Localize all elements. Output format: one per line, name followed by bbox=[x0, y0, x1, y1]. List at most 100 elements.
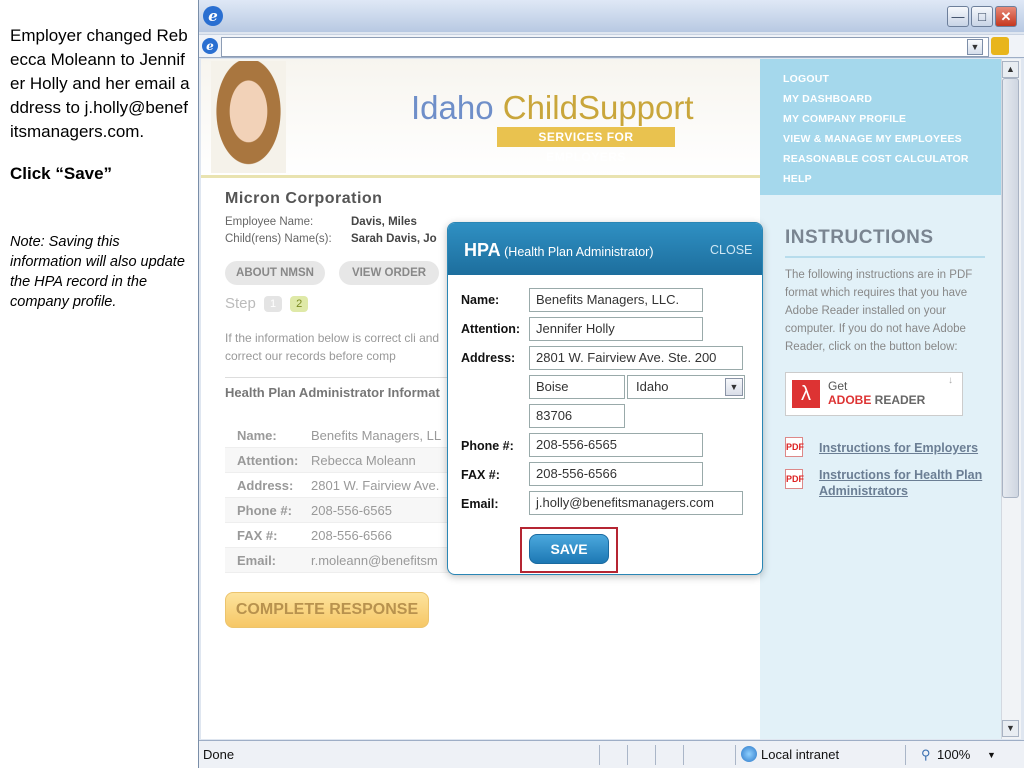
site-logo: Idaho ChildSupport bbox=[411, 89, 694, 127]
step-label: Step bbox=[225, 295, 256, 312]
nav-cost-calculator[interactable]: REASONABLE COST CALCULATOR bbox=[783, 149, 969, 169]
instruction-click: Click “Save” bbox=[10, 164, 113, 183]
name-input[interactable]: Benefits Managers, LLC. bbox=[529, 288, 703, 312]
nav-logout[interactable]: LOGOUT bbox=[783, 69, 969, 89]
modal-title-abbr: HPA bbox=[464, 240, 501, 260]
status-divider bbox=[735, 745, 736, 765]
phone-input[interactable]: 208-556-6565 bbox=[529, 433, 703, 457]
adobe-brand: ADOBE bbox=[828, 393, 872, 407]
link-instructions-hpa[interactable]: Instructions for Health Plan Administrat… bbox=[819, 467, 994, 499]
zoom-level[interactable]: 100% bbox=[937, 747, 970, 762]
nav-my-dashboard[interactable]: MY DASHBOARD bbox=[783, 89, 969, 109]
row-label: Email: bbox=[237, 553, 277, 568]
status-divider bbox=[627, 745, 628, 765]
instructions-title: INSTRUCTIONS bbox=[785, 227, 934, 248]
get-adobe-reader-button[interactable]: λ Get ADOBE READER ↓ bbox=[785, 372, 963, 416]
row-label: Address: bbox=[237, 478, 294, 493]
tutorial-instructions: Employer changed Rebecca Moleann to Jenn… bbox=[10, 24, 190, 312]
row-label: Name: bbox=[237, 428, 277, 443]
pdf-icon: PDF bbox=[785, 469, 804, 489]
modal-header: HPA (Health Plan Administrator) CLOSE bbox=[448, 223, 762, 275]
zoom-dropdown-icon[interactable]: ▼ bbox=[987, 750, 996, 760]
close-window-button[interactable]: ✕ bbox=[995, 6, 1017, 27]
email-label: Email: bbox=[461, 497, 499, 511]
url-input[interactable] bbox=[221, 37, 989, 57]
address-input[interactable]: 2801 W. Fairview Ave. Ste. 200 bbox=[529, 346, 743, 370]
site-banner: Idaho ChildSupport SERVICES FOR EMPLOYER… bbox=[201, 59, 761, 177]
row-value: r.moleann@benefitsm bbox=[311, 553, 438, 568]
state-value: Idaho bbox=[636, 379, 669, 394]
attention-input[interactable]: Jennifer Holly bbox=[529, 317, 703, 341]
scroll-up-icon[interactable]: ▲ bbox=[1002, 61, 1019, 78]
modal-title-full: (Health Plan Administrator) bbox=[500, 245, 654, 259]
instruction-text: Employer changed Rebecca Moleann to Jenn… bbox=[10, 26, 190, 141]
step-indicator: Step 1 2 bbox=[225, 295, 309, 313]
step-1-badge: 1 bbox=[264, 296, 283, 313]
status-bar: Done Local intranet ⚲ 100% ▼ bbox=[199, 740, 1024, 768]
fax-label: FAX #: bbox=[461, 468, 500, 482]
state-select[interactable]: Idaho ▼ bbox=[627, 375, 745, 399]
children-label: Child(rens) Name(s): bbox=[225, 233, 332, 245]
modal-title: HPA (Health Plan Administrator) bbox=[464, 240, 654, 261]
globe-icon bbox=[741, 746, 757, 762]
zone-text: Local intranet bbox=[761, 747, 840, 762]
about-nmsn-button[interactable]: ABOUT NMSN bbox=[225, 261, 325, 285]
banner-photo bbox=[211, 61, 286, 173]
modal-close-button[interactable]: CLOSE bbox=[710, 243, 752, 257]
row-label: Attention: bbox=[237, 453, 299, 468]
instructions-text: The following instructions are in PDF fo… bbox=[785, 269, 973, 353]
download-arrow-icon: ↓ bbox=[948, 375, 953, 386]
page-viewport: Idaho ChildSupport SERVICES FOR EMPLOYER… bbox=[201, 59, 1001, 739]
maximize-button[interactable]: □ bbox=[971, 6, 993, 27]
lock-icon[interactable] bbox=[991, 37, 1009, 55]
adobe-reader-label: READER bbox=[871, 393, 926, 407]
view-order-button[interactable]: VIEW ORDER bbox=[339, 261, 439, 285]
city-input[interactable]: Boise bbox=[529, 375, 625, 399]
status-divider bbox=[599, 745, 600, 765]
adobe-reader-text: ADOBE READER bbox=[828, 393, 925, 407]
row-value: 208-556-6565 bbox=[311, 503, 392, 518]
hpa-info-heading: Health Plan Administrator Informat bbox=[225, 385, 440, 400]
pdf-icon: PDF bbox=[785, 437, 804, 457]
scroll-down-icon[interactable]: ▼ bbox=[1002, 720, 1019, 737]
instruction-note: Note: Saving this information will also … bbox=[10, 234, 185, 310]
company-name: Micron Corporation bbox=[225, 190, 383, 207]
chevron-down-icon: ▼ bbox=[725, 378, 743, 396]
adobe-icon: λ bbox=[792, 380, 820, 408]
title-bar: e — □ ✕ bbox=[199, 0, 1024, 32]
row-value: 2801 W. Fairview Ave. bbox=[311, 478, 440, 493]
zip-input[interactable]: 83706 bbox=[529, 404, 625, 428]
banner-divider bbox=[201, 175, 761, 178]
name-label: Name: bbox=[461, 293, 500, 307]
save-button[interactable]: SAVE bbox=[529, 534, 609, 564]
hpa-modal: HPA (Health Plan Administrator) CLOSE Na… bbox=[447, 222, 763, 575]
address-label: Address: bbox=[461, 351, 516, 365]
row-value: 208-556-6566 bbox=[311, 528, 392, 543]
address-bar: e ▼ bbox=[199, 34, 1024, 58]
nav-manage-employees[interactable]: VIEW & MANAGE MY EMPLOYEES bbox=[783, 129, 969, 149]
employee-value: Davis, Miles bbox=[351, 216, 417, 228]
nav-my-company-profile[interactable]: MY COMPANY PROFILE bbox=[783, 109, 969, 129]
status-text: Done bbox=[203, 747, 235, 762]
adobe-get-text: Get bbox=[828, 379, 848, 393]
minimize-button[interactable]: — bbox=[947, 6, 969, 27]
main-nav: LOGOUT MY DASHBOARD MY COMPANY PROFILE V… bbox=[783, 69, 969, 189]
row-value: Benefits Managers, LL bbox=[311, 428, 442, 443]
row-label: FAX #: bbox=[237, 528, 278, 543]
nav-help[interactable]: HELP bbox=[783, 169, 969, 189]
link-instructions-employers[interactable]: Instructions for Employers bbox=[819, 440, 994, 456]
attention-label: Attention: bbox=[461, 322, 521, 336]
email-input[interactable]: j.holly@benefitsmanagers.com bbox=[529, 491, 743, 515]
status-divider bbox=[905, 745, 906, 765]
fax-input[interactable]: 208-556-6566 bbox=[529, 462, 703, 486]
browser-window: e — □ ✕ e ▼ Idaho ChildSupport SERVICES … bbox=[198, 0, 1024, 768]
scrollbar-thumb[interactable] bbox=[1002, 78, 1019, 498]
children-value: Sarah Davis, Jo bbox=[351, 233, 437, 245]
ie-logo-icon: e bbox=[203, 6, 223, 26]
zoom-icon[interactable]: ⚲ bbox=[921, 747, 931, 763]
instructions-underline bbox=[785, 256, 985, 258]
status-divider bbox=[655, 745, 656, 765]
phone-label: Phone #: bbox=[461, 439, 514, 453]
complete-response-button[interactable]: COMPLETE RESPONSE bbox=[225, 592, 429, 628]
address-dropdown-icon[interactable]: ▼ bbox=[967, 39, 983, 55]
